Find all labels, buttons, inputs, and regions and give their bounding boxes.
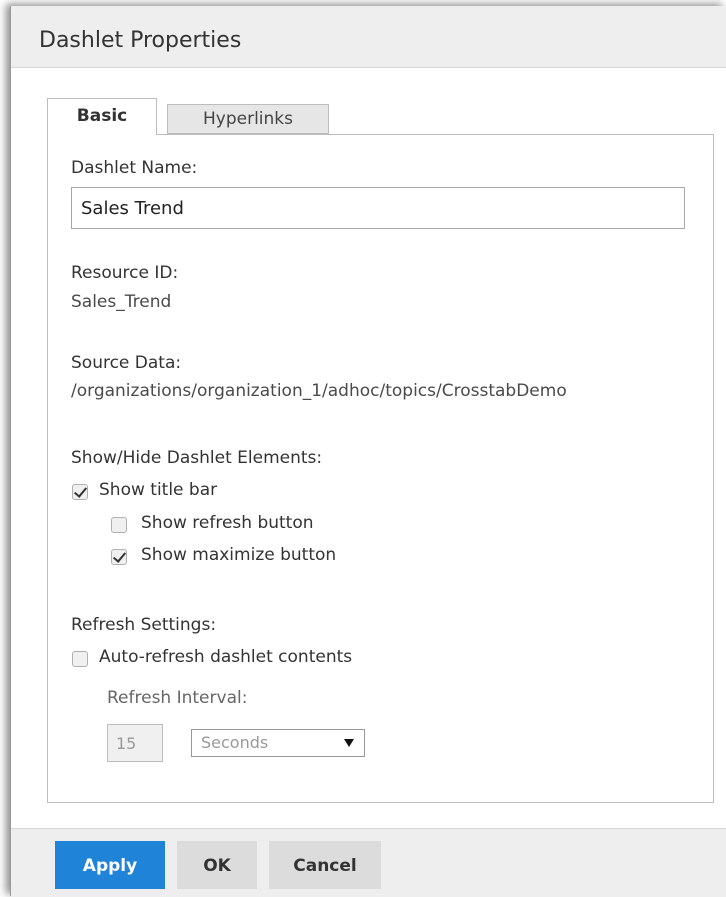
resource-id-label: Resource ID: — [71, 263, 179, 283]
show-title-bar-label[interactable]: Show title bar — [99, 480, 217, 500]
refresh-interval-input[interactable] — [107, 724, 163, 762]
show-refresh-button-checkbox[interactable] — [111, 517, 127, 533]
auto-refresh-label[interactable]: Auto-refresh dashlet contents — [99, 647, 352, 667]
resource-id-value: Sales_Trend — [71, 292, 172, 312]
dropdown-arrow-icon — [344, 739, 354, 747]
source-data-value: /organizations/organization_1/adhoc/topi… — [71, 381, 567, 401]
cancel-button[interactable]: Cancel — [269, 841, 381, 889]
source-data-label: Source Data: — [71, 353, 182, 373]
show-maximize-button-label[interactable]: Show maximize button — [141, 545, 336, 565]
dialog-titlebar[interactable]: Dashlet Properties — [11, 6, 726, 68]
dashlet-name-label: Dashlet Name: — [71, 158, 198, 178]
dashlet-properties-dialog: Dashlet Properties Basic Hyperlinks Dash… — [10, 6, 726, 897]
refresh-unit-selected: Seconds — [201, 733, 269, 752]
show-refresh-button-label[interactable]: Show refresh button — [141, 513, 314, 533]
ok-button[interactable]: OK — [177, 841, 257, 889]
refresh-unit-select[interactable]: Seconds — [191, 729, 365, 757]
show-hide-elements-label: Show/Hide Dashlet Elements: — [71, 448, 323, 468]
dialog-title: Dashlet Properties — [39, 28, 242, 53]
refresh-settings-label: Refresh Settings: — [71, 615, 217, 635]
basic-tab-panel: Dashlet Name: Resource ID: Sales_Trend S… — [47, 134, 714, 803]
refresh-interval-label: Refresh Interval: — [107, 688, 248, 708]
tab-basic[interactable]: Basic — [47, 98, 157, 135]
show-maximize-button-checkbox[interactable] — [111, 549, 127, 565]
dashlet-name-input[interactable] — [71, 187, 685, 229]
show-title-bar-checkbox[interactable] — [72, 484, 88, 500]
tab-hyperlinks[interactable]: Hyperlinks — [167, 104, 329, 134]
apply-button[interactable]: Apply — [55, 841, 165, 889]
dialog-footer: Apply OK Cancel — [11, 828, 726, 897]
auto-refresh-checkbox[interactable] — [72, 651, 88, 667]
